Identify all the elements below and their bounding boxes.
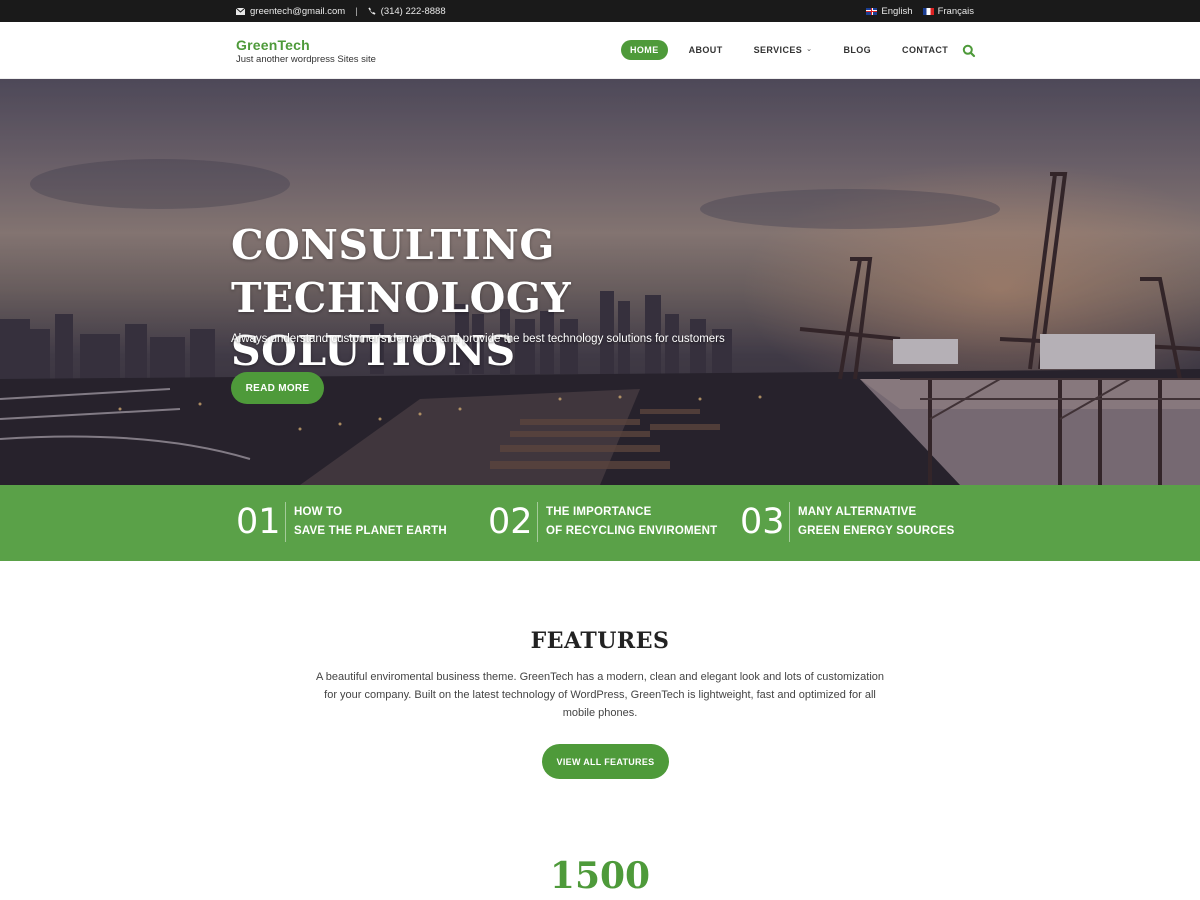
highlight-line: SAVE THE PLANET EARTH (294, 525, 447, 537)
site-branding[interactable]: GreenTech Just another wordpress Sites s… (236, 37, 376, 65)
highlight-item[interactable]: 03 MANY ALTERNATIVE GREEN ENERGY SOURCES (740, 502, 955, 542)
highlight-text: THE IMPORTANCE OF RECYCLING ENVIROMENT (546, 503, 717, 541)
highlight-line: MANY ALTERNATIVE (798, 506, 917, 518)
highlight-number: 01 (236, 502, 281, 542)
email-text: greentech@gmail.com (250, 5, 346, 17)
site-tagline: Just another wordpress Sites site (236, 54, 376, 65)
language-label: English (881, 5, 913, 17)
search-icon[interactable] (962, 44, 976, 58)
highlight-text: HOW TO SAVE THE PLANET EARTH (294, 503, 447, 541)
stat-counter: 1500 (549, 855, 651, 897)
language-english[interactable]: English (866, 5, 913, 17)
nav-label: HOME (630, 45, 659, 55)
main-navigation: HOME ABOUT SERVICES ⌄ BLOG CONTACT (621, 40, 969, 60)
envelope-icon (236, 7, 245, 15)
highlights-band: 01 HOW TO SAVE THE PLANET EARTH 02 THE I… (0, 485, 1200, 561)
contact-separator: | (355, 5, 358, 17)
hero-title-line: CONSULTING TECHNOLOGY (231, 221, 572, 322)
nav-label: CONTACT (902, 45, 949, 55)
hero-subtitle: Always understand customer's demands and… (231, 333, 725, 345)
phone-text: (314) 222-8888 (380, 5, 446, 17)
uk-flag-icon (866, 7, 878, 15)
site-header: GreenTech Just another wordpress Sites s… (0, 22, 1200, 79)
highlight-divider (537, 502, 538, 542)
highlight-line: HOW TO (294, 506, 343, 518)
phone-icon (368, 7, 376, 15)
highlight-divider (789, 502, 790, 542)
nav-label: SERVICES (753, 45, 803, 55)
nav-label: ABOUT (688, 45, 723, 55)
language-switcher: English Français (856, 0, 974, 22)
hero-banner: CONSULTING TECHNOLOGY SOLUTIONS Always u… (0, 79, 1200, 485)
highlight-item[interactable]: 02 THE IMPORTANCE OF RECYCLING ENVIROMEN… (488, 502, 717, 542)
site-title[interactable]: GreenTech (236, 37, 376, 53)
highlight-line: GREEN ENERGY SOURCES (798, 525, 955, 537)
chevron-down-icon: ⌄ (806, 46, 813, 53)
nav-blog[interactable]: BLOG (833, 40, 881, 60)
highlight-number: 03 (740, 502, 785, 542)
nav-services[interactable]: SERVICES ⌄ (744, 40, 823, 60)
features-heading: FEATURES (530, 628, 670, 654)
description-line: mobile phones. (562, 707, 638, 719)
language-french[interactable]: Français (922, 5, 974, 17)
highlight-line: OF RECYCLING ENVIROMENT (546, 525, 718, 537)
read-more-button[interactable]: READ MORE (231, 372, 324, 404)
contact-info: greentech@gmail.com | (314) 222-8888 (236, 0, 446, 22)
nav-label: BLOG (843, 45, 872, 55)
email-contact[interactable]: greentech@gmail.com (236, 6, 345, 17)
highlight-item[interactable]: 01 HOW TO SAVE THE PLANET EARTH (236, 502, 447, 542)
nav-contact[interactable]: CONTACT (892, 40, 958, 60)
nav-about[interactable]: ABOUT (679, 40, 733, 60)
description-line: for your company. Built on the latest te… (324, 689, 876, 701)
language-label: Français (937, 5, 974, 17)
nav-home[interactable]: HOME (621, 40, 668, 60)
highlight-divider (285, 502, 286, 542)
top-bar: greentech@gmail.com | (314) 222-8888 Eng… (0, 0, 1200, 22)
view-all-features-button[interactable]: VIEW ALL FEATURES (542, 744, 669, 779)
features-description: A beautiful enviromental business theme.… (300, 668, 900, 722)
description-line: A beautiful enviromental business theme.… (315, 671, 885, 683)
phone-contact[interactable]: (314) 222-8888 (368, 6, 446, 17)
highlight-text: MANY ALTERNATIVE GREEN ENERGY SOURCES (798, 503, 955, 541)
hero-title: CONSULTING TECHNOLOGY SOLUTIONS (231, 219, 851, 378)
highlight-line: THE IMPORTANCE (546, 506, 652, 518)
highlight-number: 02 (488, 502, 533, 542)
france-flag-icon (922, 7, 934, 15)
